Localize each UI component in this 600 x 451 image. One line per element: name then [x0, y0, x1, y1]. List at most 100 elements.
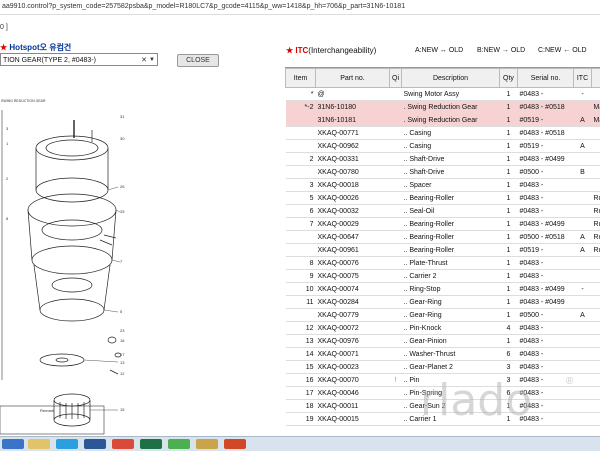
folder-icon[interactable]: [28, 439, 50, 449]
cell-qty: 3: [500, 361, 518, 374]
cell-qty: 1: [500, 335, 518, 348]
chrome-icon[interactable]: [112, 439, 134, 449]
table-row[interactable]: 2XKAQ-00331.. Shaft-Drive1#0483 - #0499: [286, 153, 600, 166]
svg-text:12: 12: [120, 371, 125, 376]
cell-qi: [390, 283, 402, 296]
table-row[interactable]: XKAQ-00647.. Bearing-Roller1#0500 - #051…: [286, 231, 600, 244]
cell-lif: [592, 348, 600, 361]
taskbar: [0, 436, 600, 451]
cell-part: XKAQ-00074: [316, 283, 390, 296]
cell-qi: [390, 140, 402, 153]
column-header[interactable]: Item: [286, 69, 316, 88]
word-icon[interactable]: [84, 439, 106, 449]
table-row[interactable]: 6XKAQ-00032.. Seal-Oil1#0483 -Run: [286, 205, 600, 218]
cell-qi: [390, 387, 402, 400]
cell-part: XKAQ-00026: [316, 192, 390, 205]
cell-part: XKAQ-00647: [316, 231, 390, 244]
paint-icon[interactable]: [196, 439, 218, 449]
spreadsheet-icon[interactable]: [168, 439, 190, 449]
table-row[interactable]: 8XKAQ-00076.. Plate-Thrust1#0483 -: [286, 257, 600, 270]
column-header[interactable]: ITC: [574, 69, 592, 88]
table-row[interactable]: *-231N6-10180. Swing Reduction Gear1#048…: [286, 101, 600, 114]
cell-serial: #0483 -: [518, 335, 574, 348]
cell-qty: 1: [500, 257, 518, 270]
table-row[interactable]: 10XKAQ-00074.. Ring-Stop1#0483 - #0499-: [286, 283, 600, 296]
table-row[interactable]: XKAQ-00780.. Shaft-Drive1#0500 -B: [286, 166, 600, 179]
cell-itc: [574, 127, 592, 140]
cell-itc: [574, 348, 592, 361]
assembly-select[interactable]: TION GEAR(TYPE 2, #0483-) ✕ ▼: [0, 53, 158, 66]
table-row[interactable]: XKAQ-00779.. Gear-Ring1#0500 -A: [286, 309, 600, 322]
cell-qty: 4: [500, 322, 518, 335]
table-row[interactable]: 11XKAQ-00284.. Gear-Ring1#0483 - #0499: [286, 296, 600, 309]
cell-itc: A: [574, 309, 592, 322]
svg-text:25: 25: [120, 209, 125, 214]
cell-item: 11: [286, 296, 316, 309]
table-row[interactable]: *@Swing Motor Assy1#0483 --: [286, 88, 600, 101]
cell-item: [286, 127, 316, 140]
table-row[interactable]: XKAQ-00962.. Casing1#0519 -A: [286, 140, 600, 153]
legend-a: A:NEW ↔ OLD: [415, 47, 463, 54]
svg-text:31: 31: [120, 114, 125, 119]
table-row[interactable]: 15XKAQ-00023.. Gear-Planet 23#0483 -: [286, 361, 600, 374]
cell-itc: [574, 374, 592, 387]
powerpoint-icon[interactable]: [224, 439, 246, 449]
svg-text:3: 3: [6, 126, 9, 131]
cell-serial: #0483 -: [518, 192, 574, 205]
cell-part: XKAQ-00072: [316, 322, 390, 335]
address-bar[interactable]: aa9910.control?p_system_code=257582psba&…: [0, 0, 600, 15]
column-header[interactable]: Qty: [500, 69, 518, 88]
table-row[interactable]: 9XKAQ-00075.. Carrier 21#0483 -: [286, 270, 600, 283]
cell-qty: 1: [500, 153, 518, 166]
cell-lif: [592, 270, 600, 283]
cell-qty: 1: [500, 231, 518, 244]
cell-item: 17: [286, 387, 316, 400]
cell-qty: 1: [500, 114, 518, 127]
cell-qi: [390, 361, 402, 374]
table-row[interactable]: 7XKAQ-00029.. Bearing-Roller1#0483 - #04…: [286, 218, 600, 231]
cell-part: XKAQ-00023: [316, 361, 390, 374]
table-row[interactable]: 14XKAQ-00071.. Washer-Thrust6#0483 -: [286, 348, 600, 361]
table-row[interactable]: 12XKAQ-00072.. Pin-Knock4#0483 -: [286, 322, 600, 335]
table-row[interactable]: 5XKAQ-00026.. Bearing-Roller1#0483 -Run: [286, 192, 600, 205]
cell-lif: [592, 335, 600, 348]
skype-icon[interactable]: [56, 439, 78, 449]
column-header[interactable]: Lif: [592, 69, 600, 88]
table-row[interactable]: XKAQ-00961.. Bearing-Roller1#0519 -ARun: [286, 244, 600, 257]
column-header[interactable]: Description: [402, 69, 500, 88]
legend-c: C:NEW ← OLD: [538, 47, 587, 54]
windows-icon[interactable]: [2, 439, 24, 449]
cell-part: XKAQ-00071: [316, 348, 390, 361]
excel-icon[interactable]: [140, 439, 162, 449]
exploded-parts-drawing[interactable]: 313026 2575 231617 131215 3128 SWING RED…: [0, 70, 280, 436]
cell-qi: [390, 335, 402, 348]
svg-text:7: 7: [120, 259, 123, 264]
cell-item: 3: [286, 179, 316, 192]
table-row[interactable]: 13XKAQ-00976.. Gear-Pinion1#0483 -: [286, 335, 600, 348]
cell-qty: 1: [500, 309, 518, 322]
cell-qi: [390, 296, 402, 309]
cell-serial: #0500 -: [518, 166, 574, 179]
cell-desc: .. Shaft-Drive: [402, 166, 500, 179]
cell-qi: [390, 114, 402, 127]
column-header[interactable]: Part no.: [316, 69, 390, 88]
cell-qty: 6: [500, 348, 518, 361]
clear-icon[interactable]: ✕: [141, 54, 147, 66]
cell-itc: -: [574, 283, 592, 296]
column-header[interactable]: Serial no.: [518, 69, 574, 88]
chevron-down-icon[interactable]: ▼: [149, 54, 155, 66]
cell-part: XKAQ-00976: [316, 335, 390, 348]
cell-desc: .. Bearing-Roller: [402, 244, 500, 257]
table-row[interactable]: 31N6-10181. Swing Reduction Gear1#0519 -…: [286, 114, 600, 127]
column-header[interactable]: Qi: [390, 69, 402, 88]
cell-desc: .. Gear-Planet 2: [402, 361, 500, 374]
cell-part: XKAQ-00032: [316, 205, 390, 218]
table-row[interactable]: 3XKAQ-00018.. Spacer1#0483 -: [286, 179, 600, 192]
cell-qi: [390, 127, 402, 140]
cell-itc: [574, 322, 592, 335]
close-button[interactable]: CLOSE: [177, 54, 219, 67]
table-row[interactable]: XKAQ-00771.. Casing1#0483 - #0518: [286, 127, 600, 140]
assembly-select-value: TION GEAR(TYPE 2, #0483-): [3, 57, 96, 64]
cell-serial: #0483 -: [518, 257, 574, 270]
cell-qty: 1: [500, 127, 518, 140]
